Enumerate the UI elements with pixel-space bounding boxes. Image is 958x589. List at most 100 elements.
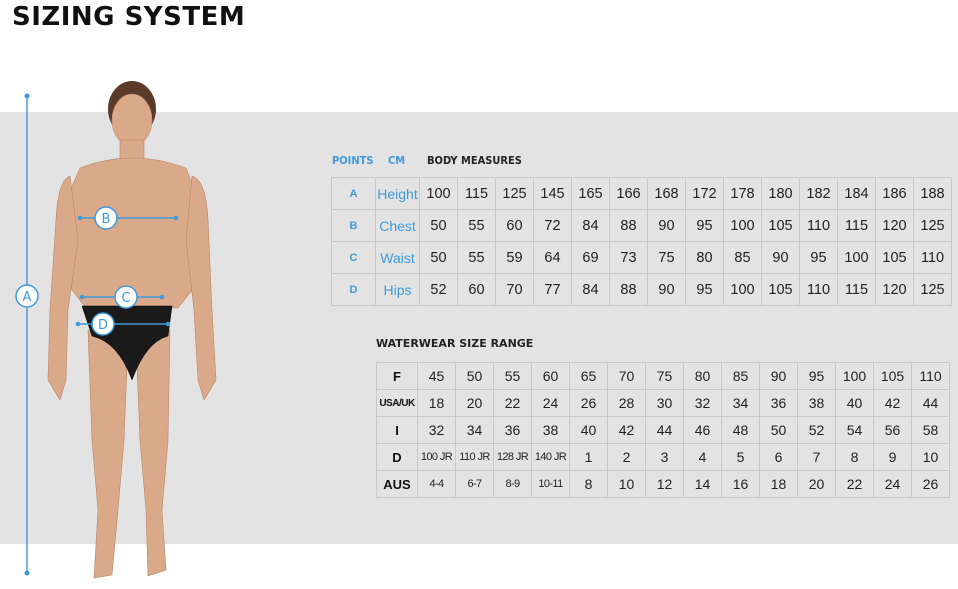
value-cell: 69 [571, 241, 610, 274]
size-value-cell: 52 [797, 416, 836, 444]
size-value-cell: 58 [911, 416, 950, 444]
value-cell: 110 [913, 241, 952, 274]
point-cell: C [331, 241, 376, 274]
size-value-cell: 80 [683, 362, 722, 390]
size-value-cell: 1 [569, 443, 608, 471]
marker-a: A [15, 284, 39, 308]
size-value-cell: 28 [607, 389, 646, 417]
measure-name-cell: Hips [375, 273, 420, 306]
point-cell: A [331, 177, 376, 210]
size-value-cell: 95 [797, 362, 836, 390]
size-value-cell: 140 JR [531, 443, 570, 471]
size-value-cell: 42 [607, 416, 646, 444]
size-value-cell: 60 [531, 362, 570, 390]
value-cell: 100 [419, 177, 458, 210]
body-measurement-figure: A B C D [15, 81, 217, 579]
value-cell: 125 [913, 209, 952, 242]
cm-header: CM [388, 154, 406, 167]
measure-name-cell: Waist [375, 241, 420, 274]
value-cell: 95 [685, 209, 724, 242]
size-value-cell: 4-4 [417, 470, 456, 498]
body-measures-header: BODY MEASURES [427, 154, 522, 167]
size-value-cell: 100 [835, 362, 874, 390]
value-cell: 166 [609, 177, 648, 210]
size-range-table: F 45 50 55 60 65 70 75 80 85 90 95 100 105 110 USA/UK 18… [376, 362, 950, 498]
value-cell: 60 [495, 209, 534, 242]
value-cell: 95 [799, 241, 838, 274]
value-cell: 105 [761, 209, 800, 242]
value-cell: 100 [723, 273, 762, 306]
size-value-cell: 2 [607, 443, 646, 471]
value-cell: 180 [761, 177, 800, 210]
size-value-cell: 34 [721, 389, 760, 417]
value-cell: 100 [723, 209, 762, 242]
value-cell: 100 [837, 241, 876, 274]
size-value-cell: 18 [417, 389, 456, 417]
size-value-cell: 70 [607, 362, 646, 390]
marker-c: C [114, 285, 138, 309]
table-row: A Height 100 115 125 145 165 166 168 172 178 180 182… [331, 177, 952, 210]
value-cell: 50 [419, 209, 458, 242]
measure-name-cell: Chest [375, 209, 420, 242]
value-cell: 64 [533, 241, 572, 274]
value-cell: 88 [609, 273, 648, 306]
size-value-cell: 38 [531, 416, 570, 444]
page-title: SIZING SYSTEM [12, 2, 246, 32]
value-cell: 55 [457, 209, 496, 242]
size-range-header: WATERWEAR SIZE RANGE [376, 337, 534, 350]
size-value-cell: 40 [835, 389, 874, 417]
table-row: USA/UK 18 20 22 24 26 28 30 32 34 36 38 40 42 44 [376, 389, 950, 417]
table-row: D 100 JR 110 JR 128 JR 140 JR 1 2 3 4 5 6 7 8 9 10 [376, 443, 950, 471]
measure-name-cell: Height [375, 177, 420, 210]
body-measures-table: A Height 100 115 125 145 165 166 168 172 178 180 182… [331, 177, 952, 306]
value-cell: 90 [647, 209, 686, 242]
size-value-cell: 6 [759, 443, 798, 471]
size-value-cell: 45 [417, 362, 456, 390]
size-system-label-cell: D [376, 443, 418, 471]
value-cell: 110 [799, 273, 838, 306]
size-value-cell: 10 [911, 443, 950, 471]
size-value-cell: 20 [455, 389, 494, 417]
size-value-cell: 34 [455, 416, 494, 444]
size-value-cell: 105 [873, 362, 912, 390]
size-value-cell: 22 [835, 470, 874, 498]
value-cell: 178 [723, 177, 762, 210]
value-cell: 50 [419, 241, 458, 274]
size-value-cell: 85 [721, 362, 760, 390]
size-value-cell: 32 [417, 416, 456, 444]
size-value-cell: 14 [683, 470, 722, 498]
size-value-cell: 40 [569, 416, 608, 444]
marker-b: B [94, 206, 118, 230]
size-value-cell: 54 [835, 416, 874, 444]
size-value-cell: 24 [531, 389, 570, 417]
value-cell: 70 [495, 273, 534, 306]
value-cell: 84 [571, 209, 610, 242]
table-row: I 32 34 36 38 40 42 44 46 48 50 52 54 56 58 [376, 416, 950, 444]
table-row: D Hips 52 60 70 77 84 88 90 95 100 105 110 115 120 125 [331, 273, 952, 306]
value-cell: 84 [571, 273, 610, 306]
size-value-cell: 18 [759, 470, 798, 498]
value-cell: 186 [875, 177, 914, 210]
size-value-cell: 5 [721, 443, 760, 471]
value-cell: 115 [837, 209, 876, 242]
value-cell: 125 [913, 273, 952, 306]
value-cell: 95 [685, 273, 724, 306]
size-value-cell: 8 [569, 470, 608, 498]
size-value-cell: 38 [797, 389, 836, 417]
size-value-cell: 56 [873, 416, 912, 444]
marker-d: D [91, 312, 115, 336]
size-value-cell: 7 [797, 443, 836, 471]
size-value-cell: 110 JR [455, 443, 494, 471]
value-cell: 115 [837, 273, 876, 306]
value-cell: 125 [495, 177, 534, 210]
size-system-label-cell: F [376, 362, 418, 390]
value-cell: 52 [419, 273, 458, 306]
value-cell: 80 [685, 241, 724, 274]
size-value-cell: 65 [569, 362, 608, 390]
size-value-cell: 26 [911, 470, 950, 498]
size-value-cell: 16 [721, 470, 760, 498]
size-value-cell: 128 JR [493, 443, 532, 471]
size-value-cell: 10-11 [531, 470, 570, 498]
size-value-cell: 8 [835, 443, 874, 471]
size-value-cell: 10 [607, 470, 646, 498]
